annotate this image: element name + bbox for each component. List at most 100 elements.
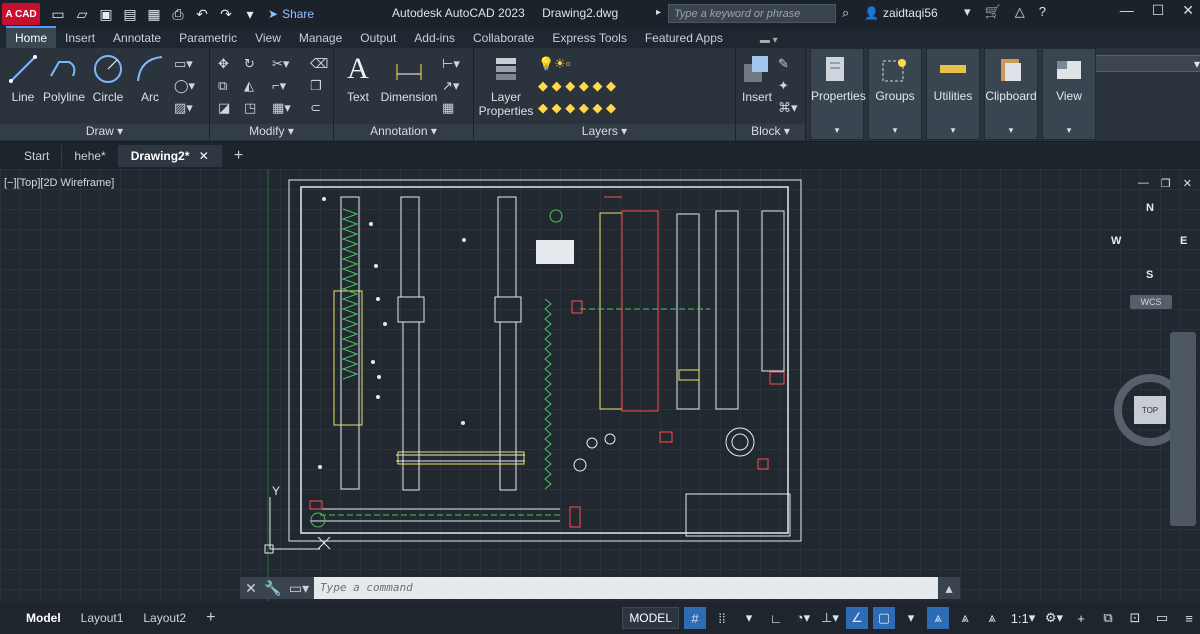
- workspace-gear-icon[interactable]: ⚙▾: [1043, 607, 1065, 629]
- file-tab-drawing2[interactable]: Drawing2* ✕: [118, 145, 222, 167]
- autodesk-icon[interactable]: △: [1015, 4, 1025, 20]
- properties-panel-button[interactable]: Properties ▾: [810, 48, 866, 140]
- layout-tab-layout1[interactable]: Layout1: [71, 606, 134, 630]
- layer-tools-row1-icon[interactable]: ◆ ◆ ◆ ◆ ◆ ◆: [538, 78, 616, 94]
- fillet-icon[interactable]: ⌐▾: [272, 78, 286, 94]
- command-close-icon[interactable]: ✕: [240, 580, 262, 597]
- layer-properties-button[interactable]: Layer Properties: [478, 52, 534, 118]
- ellipse-icon[interactable]: ◯▾: [174, 78, 195, 94]
- qa-dropdown-icon[interactable]: ▾: [242, 6, 258, 22]
- user-dropdown-icon[interactable]: ▾: [964, 4, 971, 20]
- snap-dropdown-icon[interactable]: ▾: [738, 607, 760, 629]
- compass-east[interactable]: E: [1180, 235, 1187, 247]
- customization-icon[interactable]: ≡: [1178, 607, 1200, 629]
- annotation-scale-icon[interactable]: ⩓: [981, 607, 1003, 629]
- line-button[interactable]: Line: [6, 52, 40, 104]
- tab-home[interactable]: Home: [6, 26, 57, 48]
- osnap-dropdown-icon[interactable]: ▾: [900, 607, 922, 629]
- save-icon[interactable]: ▣: [98, 6, 114, 22]
- polyline-button[interactable]: Polyline: [42, 52, 86, 104]
- layout-tab-model[interactable]: Model: [16, 606, 71, 630]
- model-space-button[interactable]: MODEL: [622, 607, 679, 629]
- hatch-icon[interactable]: ▨▾: [174, 100, 193, 116]
- copy-icon[interactable]: ⧉: [218, 78, 227, 94]
- move-icon[interactable]: ✥: [218, 56, 229, 72]
- clean-screen-icon[interactable]: ▭: [1151, 607, 1173, 629]
- search-icon[interactable]: ⌕: [842, 5, 849, 21]
- array-icon[interactable]: ▦▾: [272, 100, 291, 116]
- print-icon[interactable]: ⎙: [170, 6, 186, 22]
- scale-dropdown[interactable]: 1:1 ▾: [1008, 607, 1038, 629]
- layer-tools-row2-icon[interactable]: ◆ ◆ ◆ ◆ ◆ ◆: [538, 100, 616, 116]
- file-tab-hehe[interactable]: hehe*: [62, 145, 119, 167]
- wcs-menu[interactable]: WCS: [1130, 295, 1172, 309]
- new-tab-icon[interactable]: +: [222, 143, 255, 169]
- snap-icon[interactable]: ⁞⁞: [711, 607, 733, 629]
- mirror-icon[interactable]: ◭: [244, 78, 254, 94]
- user-menu[interactable]: 👤 zaidtaqi56: [864, 6, 938, 20]
- navigation-bar[interactable]: [1170, 332, 1196, 526]
- command-input[interactable]: Type a command: [314, 577, 938, 599]
- cart-icon[interactable]: 🛒: [985, 4, 1001, 20]
- circle-button[interactable]: Circle: [90, 52, 126, 104]
- polar-icon[interactable]: ◔▾: [792, 607, 814, 629]
- groups-panel-button[interactable]: Groups ▾: [868, 48, 922, 140]
- object-snap-icon[interactable]: ▢: [873, 607, 895, 629]
- view-panel-button[interactable]: View ▾: [1042, 48, 1096, 140]
- grid-icon[interactable]: #: [684, 607, 706, 629]
- trim-icon[interactable]: ✂▾: [272, 56, 289, 72]
- rotate-icon[interactable]: ↻: [244, 56, 255, 72]
- quick-properties-icon[interactable]: ⊡: [1124, 607, 1146, 629]
- tab-manage[interactable]: Manage: [290, 28, 351, 48]
- minimize-icon[interactable]: —: [1120, 2, 1134, 19]
- erase-icon[interactable]: ⌫: [310, 56, 328, 72]
- modify-panel-title[interactable]: Modify ▾: [210, 124, 333, 140]
- search-input[interactable]: Type a keyword or phrase: [668, 4, 836, 23]
- explode-icon[interactable]: ❒: [310, 78, 322, 94]
- undo-icon[interactable]: ↶: [194, 6, 210, 22]
- redo-icon[interactable]: ↷: [218, 6, 234, 22]
- autocad-logo[interactable]: A CAD: [2, 3, 40, 25]
- chevron-right-icon[interactable]: ▸: [656, 7, 661, 18]
- edit-block-icon[interactable]: ✦: [778, 78, 789, 94]
- command-expand-icon[interactable]: ▴: [938, 580, 960, 597]
- web-icon[interactable]: ▦: [146, 6, 162, 22]
- help-icon[interactable]: ?: [1039, 4, 1046, 20]
- compass-west[interactable]: W: [1111, 235, 1121, 247]
- draw-panel-title[interactable]: Draw ▾: [0, 124, 209, 140]
- tab-collaborate[interactable]: Collaborate: [464, 28, 543, 48]
- block-panel-title[interactable]: Block ▾: [736, 124, 805, 140]
- layout-tab-layout2[interactable]: Layout2: [133, 606, 196, 630]
- create-block-icon[interactable]: ✎: [778, 56, 789, 72]
- arc-button[interactable]: Arc: [132, 52, 168, 104]
- tab-featured-apps[interactable]: Featured Apps: [636, 28, 732, 48]
- annotation-monitor-icon[interactable]: +: [1070, 607, 1092, 629]
- tab-view[interactable]: View: [246, 28, 290, 48]
- scale-icon[interactable]: ◳: [244, 100, 256, 116]
- stretch-icon[interactable]: ◪: [218, 100, 230, 116]
- auto-scale-icon[interactable]: ⩓: [954, 607, 976, 629]
- rectangle-icon[interactable]: ▭▾: [174, 56, 193, 72]
- layer-state-icon[interactable]: 💡☀▫: [538, 56, 570, 72]
- drawing-viewport[interactable]: [−][Top][2D Wireframe] — ❐ ✕ Y TOP N S E…: [0, 169, 1200, 601]
- viewcube-top-face[interactable]: TOP: [1134, 396, 1166, 424]
- compass-north[interactable]: N: [1146, 202, 1154, 214]
- dimension-button[interactable]: Dimension: [380, 52, 438, 104]
- ribbon-options-icon[interactable]: ▬ ▾: [754, 33, 784, 48]
- annotation-visibility-icon[interactable]: ⩓: [927, 607, 949, 629]
- save-as-icon[interactable]: ▤: [122, 6, 138, 22]
- command-history-icon[interactable]: ▭▾: [284, 580, 314, 597]
- file-tab-start[interactable]: Start: [12, 145, 63, 167]
- compass-south[interactable]: S: [1146, 269, 1153, 281]
- layers-panel-title[interactable]: Layers ▾: [474, 124, 735, 140]
- isodraft-icon[interactable]: ⊥▾: [819, 607, 841, 629]
- clipboard-panel-button[interactable]: Clipboard ▾: [984, 48, 1038, 140]
- table-icon[interactable]: ▦: [442, 100, 454, 116]
- object-snap-tracking-icon[interactable]: ∠: [846, 607, 868, 629]
- new-file-icon[interactable]: ▭: [50, 6, 66, 22]
- tab-output[interactable]: Output: [351, 28, 405, 48]
- tab-parametric[interactable]: Parametric: [170, 28, 246, 48]
- leader-icon[interactable]: ↗▾: [442, 78, 459, 94]
- close-tab-icon[interactable]: ✕: [199, 149, 209, 163]
- utilities-panel-button[interactable]: Utilities ▾: [926, 48, 980, 140]
